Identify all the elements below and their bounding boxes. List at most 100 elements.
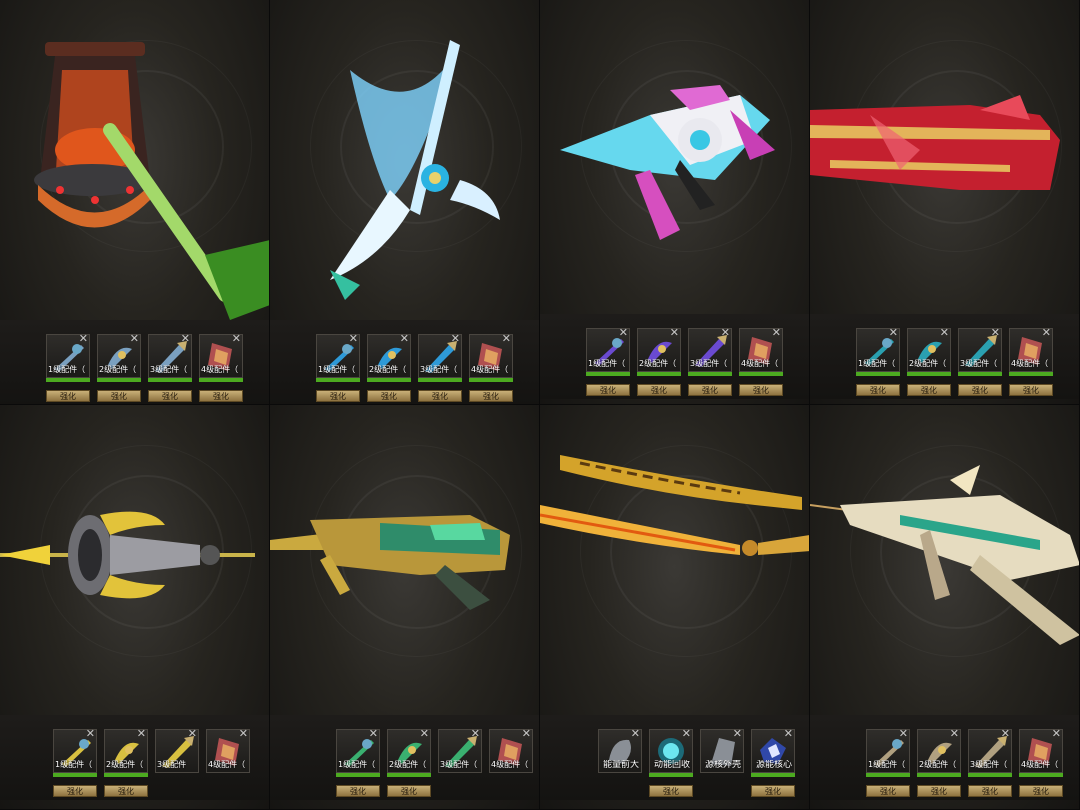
close-icon[interactable]: ✕ bbox=[86, 728, 95, 740]
upgrade-button[interactable]: 强化 bbox=[97, 390, 141, 402]
upgrade-button[interactable]: 强化 bbox=[637, 384, 681, 396]
close-icon[interactable]: ✕ bbox=[188, 728, 197, 740]
part-icon-box[interactable]: ✕ 4级配件（ bbox=[1019, 728, 1063, 773]
part-slot-1[interactable]: ✕ 1级配件（ 强化 bbox=[865, 728, 911, 797]
part-slot-3[interactable]: ✕ 3级配件（ 强化 bbox=[417, 333, 463, 402]
part-icon-box[interactable]: ✕ 2级配件（ bbox=[367, 333, 411, 378]
close-icon[interactable]: ✕ bbox=[420, 728, 429, 740]
upgrade-button[interactable]: 强化 bbox=[739, 384, 783, 396]
part-icon-box[interactable]: ✕ 源能核心 bbox=[751, 728, 795, 773]
part-icon-box[interactable]: ✕ 1级配件（ bbox=[316, 333, 360, 378]
part-slot-3[interactable]: ✕ 3级配件（ 强化 bbox=[147, 333, 193, 402]
part-icon-box[interactable]: ✕ 动能回收 bbox=[649, 728, 693, 773]
part-slot-4[interactable]: ✕ 4级配件（ 强化 bbox=[198, 333, 244, 402]
part-icon-box[interactable]: ✕ 3级配件（ bbox=[418, 333, 462, 378]
close-icon[interactable]: ✕ bbox=[784, 728, 793, 740]
part-slot-2[interactable]: ✕ 2级配件（ 强化 bbox=[96, 333, 142, 402]
part-slot-2[interactable]: ✕ 2级配件（ 强化 bbox=[636, 327, 682, 396]
part-slot-2[interactable]: ✕ 2级配件（ 强化 bbox=[916, 728, 962, 797]
part-icon-box[interactable]: ✕ 1级配件（ bbox=[46, 333, 90, 378]
part-icon-box[interactable]: ✕ 3级配件（ bbox=[148, 333, 192, 378]
close-icon[interactable]: ✕ bbox=[502, 333, 511, 345]
upgrade-button[interactable]: 强化 bbox=[1019, 785, 1063, 797]
close-icon[interactable]: ✕ bbox=[369, 728, 378, 740]
upgrade-button[interactable]: 强化 bbox=[46, 390, 90, 402]
upgrade-button[interactable]: 强化 bbox=[917, 785, 961, 797]
part-icon-box[interactable]: ✕ 2级配件（ bbox=[387, 728, 431, 773]
part-slot-1[interactable]: ✕ 1级配件（ 强化 bbox=[585, 327, 631, 396]
part-icon-box[interactable]: ✕ 1级配件（ bbox=[586, 327, 630, 372]
close-icon[interactable]: ✕ bbox=[670, 327, 679, 339]
part-slot-4[interactable]: ✕ 4级配件（ bbox=[205, 728, 251, 797]
part-icon-box[interactable]: ✕ 4级配件（ bbox=[489, 728, 533, 773]
upgrade-button[interactable]: 强化 bbox=[968, 785, 1012, 797]
part-slot-4[interactable]: ✕ 4级配件（ bbox=[488, 728, 534, 797]
upgrade-button[interactable]: 强化 bbox=[586, 384, 630, 396]
upgrade-button[interactable]: 强化 bbox=[751, 785, 795, 797]
close-icon[interactable]: ✕ bbox=[1052, 728, 1061, 740]
part-slot-4[interactable]: ✕ 4级配件（ 强化 bbox=[1018, 728, 1064, 797]
part-icon-box[interactable]: ✕ 4级配件（ bbox=[206, 728, 250, 773]
part-slot-4[interactable]: ✕ 4级配件（ 强化 bbox=[1008, 327, 1054, 396]
upgrade-button[interactable]: 强化 bbox=[958, 384, 1002, 396]
part-slot-1[interactable]: ✕ 1级配件（ 强化 bbox=[855, 327, 901, 396]
part-icon-box[interactable]: ✕ 源核外壳 bbox=[700, 728, 744, 773]
part-slot-1[interactable]: ✕ 1级配件（ 强化 bbox=[315, 333, 361, 402]
close-icon[interactable]: ✕ bbox=[79, 333, 88, 345]
upgrade-button[interactable]: 强化 bbox=[418, 390, 462, 402]
part-icon-box[interactable]: ✕ 3级配件 bbox=[155, 728, 199, 773]
upgrade-button[interactable]: 强化 bbox=[148, 390, 192, 402]
close-icon[interactable]: ✕ bbox=[1042, 327, 1051, 339]
part-icon-box[interactable]: ✕ 2级配件（ bbox=[104, 728, 148, 773]
upgrade-button[interactable]: 强化 bbox=[387, 785, 431, 797]
part-icon-box[interactable]: ✕ 能量前大 bbox=[598, 728, 642, 773]
upgrade-button[interactable]: 强化 bbox=[866, 785, 910, 797]
upgrade-button[interactable]: 强化 bbox=[856, 384, 900, 396]
part-icon-box[interactable]: ✕ 2级配件（ bbox=[97, 333, 141, 378]
close-icon[interactable]: ✕ bbox=[471, 728, 480, 740]
part-slot-2[interactable]: ✕ 2级配件（ 强化 bbox=[906, 327, 952, 396]
part-icon-box[interactable]: ✕ 2级配件（ bbox=[917, 728, 961, 773]
part-slot-1[interactable]: ✕ 1级配件（ 强化 bbox=[45, 333, 91, 402]
upgrade-button[interactable]: 强化 bbox=[367, 390, 411, 402]
part-slot-2[interactable]: ✕ 2级配件（ 强化 bbox=[386, 728, 432, 797]
part-slot-3[interactable]: ✕ 3级配件（ 强化 bbox=[957, 327, 1003, 396]
close-icon[interactable]: ✕ bbox=[522, 728, 531, 740]
close-icon[interactable]: ✕ bbox=[889, 327, 898, 339]
close-icon[interactable]: ✕ bbox=[940, 327, 949, 339]
close-icon[interactable]: ✕ bbox=[1001, 728, 1010, 740]
close-icon[interactable]: ✕ bbox=[733, 728, 742, 740]
part-icon-box[interactable]: ✕ 1级配件（ bbox=[336, 728, 380, 773]
part-icon-box[interactable]: ✕ 3级配件（ bbox=[958, 327, 1002, 372]
upgrade-button[interactable]: 强化 bbox=[907, 384, 951, 396]
part-icon-box[interactable]: ✕ 3级配件（ bbox=[688, 327, 732, 372]
upgrade-button[interactable]: 强化 bbox=[688, 384, 732, 396]
close-icon[interactable]: ✕ bbox=[137, 728, 146, 740]
part-icon-box[interactable]: ✕ 3级配件（ bbox=[968, 728, 1012, 773]
close-icon[interactable]: ✕ bbox=[619, 327, 628, 339]
part-icon-box[interactable]: ✕ 4级配件（ bbox=[739, 327, 783, 372]
part-slot-3[interactable]: ✕ 3级配件（ 强化 bbox=[687, 327, 733, 396]
close-icon[interactable]: ✕ bbox=[899, 728, 908, 740]
upgrade-button[interactable]: 强化 bbox=[104, 785, 148, 797]
part-slot-3[interactable]: ✕ 源核外壳 bbox=[699, 728, 745, 797]
part-slot-1[interactable]: ✕ 1级配件（ 强化 bbox=[52, 728, 98, 797]
close-icon[interactable]: ✕ bbox=[991, 327, 1000, 339]
part-icon-box[interactable]: ✕ 1级配件（ bbox=[866, 728, 910, 773]
close-icon[interactable]: ✕ bbox=[721, 327, 730, 339]
part-icon-box[interactable]: ✕ 4级配件（ bbox=[1009, 327, 1053, 372]
part-slot-1[interactable]: ✕ 能量前大 bbox=[597, 728, 643, 797]
part-icon-box[interactable]: ✕ 1级配件（ bbox=[53, 728, 97, 773]
part-slot-2[interactable]: ✕ 2级配件（ 强化 bbox=[103, 728, 149, 797]
close-icon[interactable]: ✕ bbox=[239, 728, 248, 740]
part-icon-box[interactable]: ✕ 3级配件（ bbox=[438, 728, 482, 773]
close-icon[interactable]: ✕ bbox=[451, 333, 460, 345]
part-slot-4[interactable]: ✕ 4级配件（ 强化 bbox=[468, 333, 514, 402]
close-icon[interactable]: ✕ bbox=[130, 333, 139, 345]
close-icon[interactable]: ✕ bbox=[950, 728, 959, 740]
upgrade-button[interactable]: 强化 bbox=[316, 390, 360, 402]
upgrade-button[interactable]: 强化 bbox=[469, 390, 513, 402]
close-icon[interactable]: ✕ bbox=[181, 333, 190, 345]
part-slot-3[interactable]: ✕ 3级配件 bbox=[154, 728, 200, 797]
part-icon-box[interactable]: ✕ 2级配件（ bbox=[637, 327, 681, 372]
